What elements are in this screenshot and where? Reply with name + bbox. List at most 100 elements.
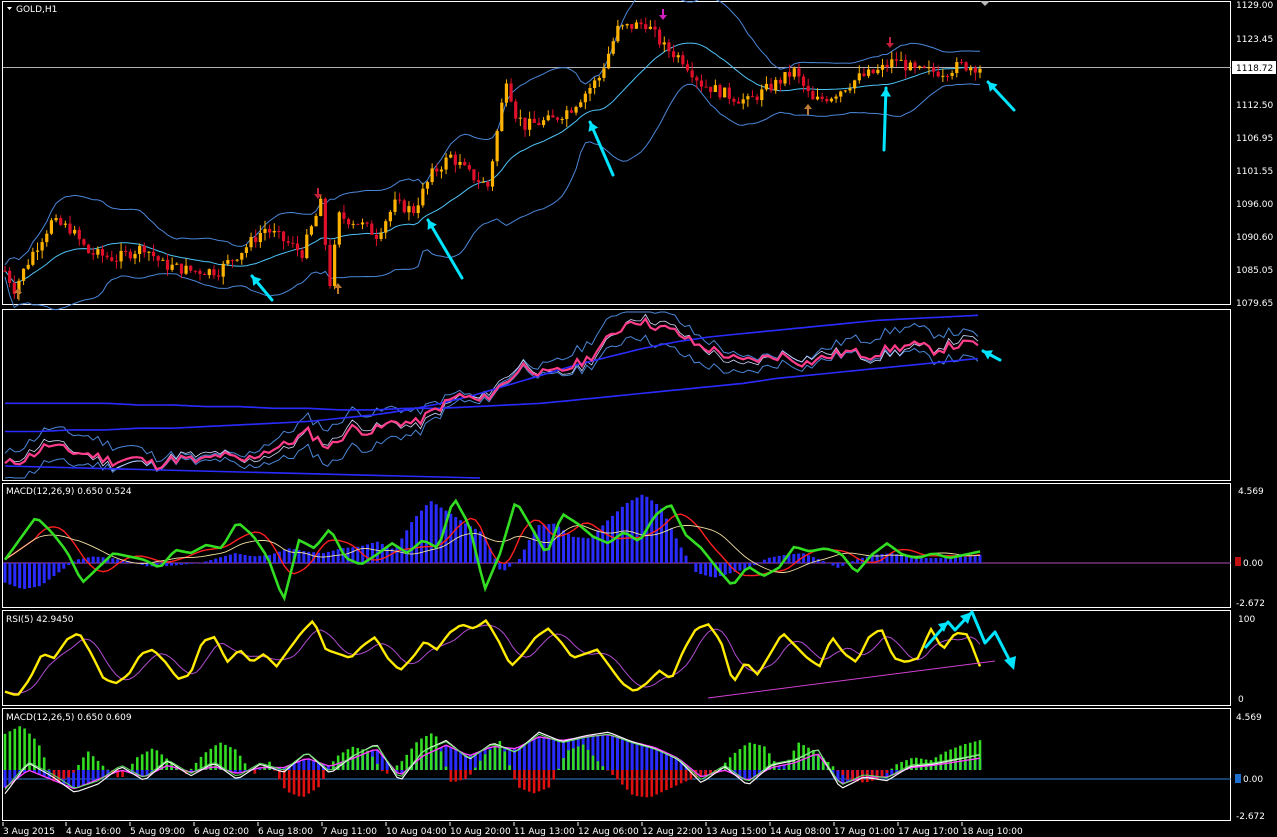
candle-body <box>407 206 411 213</box>
macd1-hist-bar <box>513 563 517 564</box>
macd1-hist-bar <box>856 559 860 563</box>
macd2-hist-bar <box>518 770 521 788</box>
candle-body <box>110 257 114 261</box>
candle-body <box>829 98 834 102</box>
candle-body <box>741 99 745 104</box>
macd1-hist-bar <box>709 563 713 577</box>
macd2-blue-bar <box>537 736 541 770</box>
candle-body <box>235 259 239 261</box>
macd1-hist-bar <box>968 555 972 563</box>
macd2-hist-bar <box>782 768 786 770</box>
macd1-hist-bar <box>699 563 703 575</box>
macd2-blue-bar <box>606 734 610 770</box>
macd2-hist-bar <box>797 742 801 770</box>
macd1-hist-bar <box>571 536 575 563</box>
macd2-blue-bar <box>640 744 644 770</box>
macd1-hist-bar <box>459 520 463 563</box>
macd2-hist-bar <box>243 763 247 770</box>
macd1-hist-bar <box>591 535 595 563</box>
price-tick: 1090.60 <box>1236 233 1273 243</box>
macd2-hist-bar <box>253 770 257 774</box>
macd2-hist-bar <box>704 770 707 776</box>
candle-body <box>263 228 267 233</box>
macd1-hist-bar <box>410 522 414 563</box>
macd2-hist-bar <box>194 762 198 770</box>
candle-body <box>880 64 885 70</box>
price-tick: 1101.55 <box>1236 167 1273 177</box>
macd2-hist-bar <box>72 770 75 773</box>
candle-body <box>105 255 109 258</box>
candle-body <box>704 86 708 88</box>
rsi-tick: 0 <box>1238 695 1244 705</box>
macd1-hist-bar <box>508 563 512 567</box>
candle-body <box>681 55 685 65</box>
candle-body <box>133 254 137 259</box>
macd1-hist-bar <box>973 555 977 563</box>
candle-body <box>300 250 304 258</box>
candle-body <box>853 80 857 89</box>
macd1-hist-bar <box>542 524 546 563</box>
macd1-hist-bar <box>958 556 962 563</box>
macd2-hist-bar <box>82 757 85 770</box>
macd2-hist-bar <box>875 770 879 780</box>
macd2-blue-bar <box>527 741 531 770</box>
macd2-hist-bar <box>846 770 850 780</box>
macd1-hist-bar <box>689 563 693 564</box>
macd2-hist-bar <box>812 750 815 770</box>
macd2-blue-bar <box>630 741 634 770</box>
macd1-hist-bar <box>170 563 174 566</box>
macd2-hist-bar <box>640 770 644 797</box>
candle-body <box>801 76 806 86</box>
time-label: 13 Aug 15:00 <box>706 827 767 837</box>
macd1-hist-bar <box>669 528 673 563</box>
candle-body <box>927 67 931 69</box>
macd1-hist-bar <box>738 563 742 571</box>
candle-body <box>346 218 351 225</box>
candle-body <box>286 241 290 243</box>
macd1-hist-bar <box>674 538 678 563</box>
candle-body <box>876 69 880 74</box>
candle-body <box>151 251 156 257</box>
macd1-hist-bar <box>184 563 188 565</box>
candle-body <box>671 51 676 58</box>
macd2-hist-bar <box>135 757 139 770</box>
time-label: 11 Aug 13:00 <box>514 827 575 837</box>
candle-body <box>351 223 355 225</box>
candle-body <box>922 66 926 68</box>
macd2-hist-bar <box>665 770 668 791</box>
macd1-hist-bar <box>836 563 840 568</box>
candle-body <box>848 88 852 91</box>
time-label: 6 Aug 18:00 <box>258 827 313 837</box>
macd1-hist-bar <box>777 555 781 563</box>
macd2-hist-bar <box>738 749 742 770</box>
candle-body <box>114 260 119 262</box>
candle-body <box>769 83 773 91</box>
macd2-hist-bar <box>425 735 428 770</box>
macd2-hist-bar <box>233 749 237 770</box>
macd2-hist-bar <box>361 749 364 770</box>
macd2-blue-bar <box>645 745 649 770</box>
macd2-hist-bar <box>527 770 531 792</box>
macd2-blue-bar <box>86 770 90 784</box>
time-label: 3 Aug 2015 <box>3 827 55 837</box>
macd2-blue-bar <box>302 759 306 770</box>
macd1-hist-bar <box>929 558 933 563</box>
macd1-hist-bar <box>679 547 683 563</box>
macd2-hist-bar <box>150 748 154 770</box>
candle-body <box>713 85 717 92</box>
candle-body <box>258 232 262 243</box>
candle-body <box>77 229 81 240</box>
time-label: 10 Aug 04:00 <box>386 827 447 837</box>
macd2-blue-bar <box>72 770 76 789</box>
macd1-hist-bar <box>317 552 321 563</box>
macd2-hist-bar <box>733 752 737 770</box>
trading-chart[interactable]: GOLD,H1 1118.72 1129.00 1123.45 1112.50 … <box>0 0 1277 837</box>
macd1-hist-bar <box>527 539 531 563</box>
macd1-hist-bar <box>96 556 100 563</box>
candle-body <box>579 102 583 107</box>
candle-body <box>54 218 58 221</box>
candle-body <box>583 93 587 103</box>
candle-body <box>941 75 945 77</box>
candle-body <box>128 251 132 259</box>
price-tick: 1123.45 <box>1236 35 1273 45</box>
